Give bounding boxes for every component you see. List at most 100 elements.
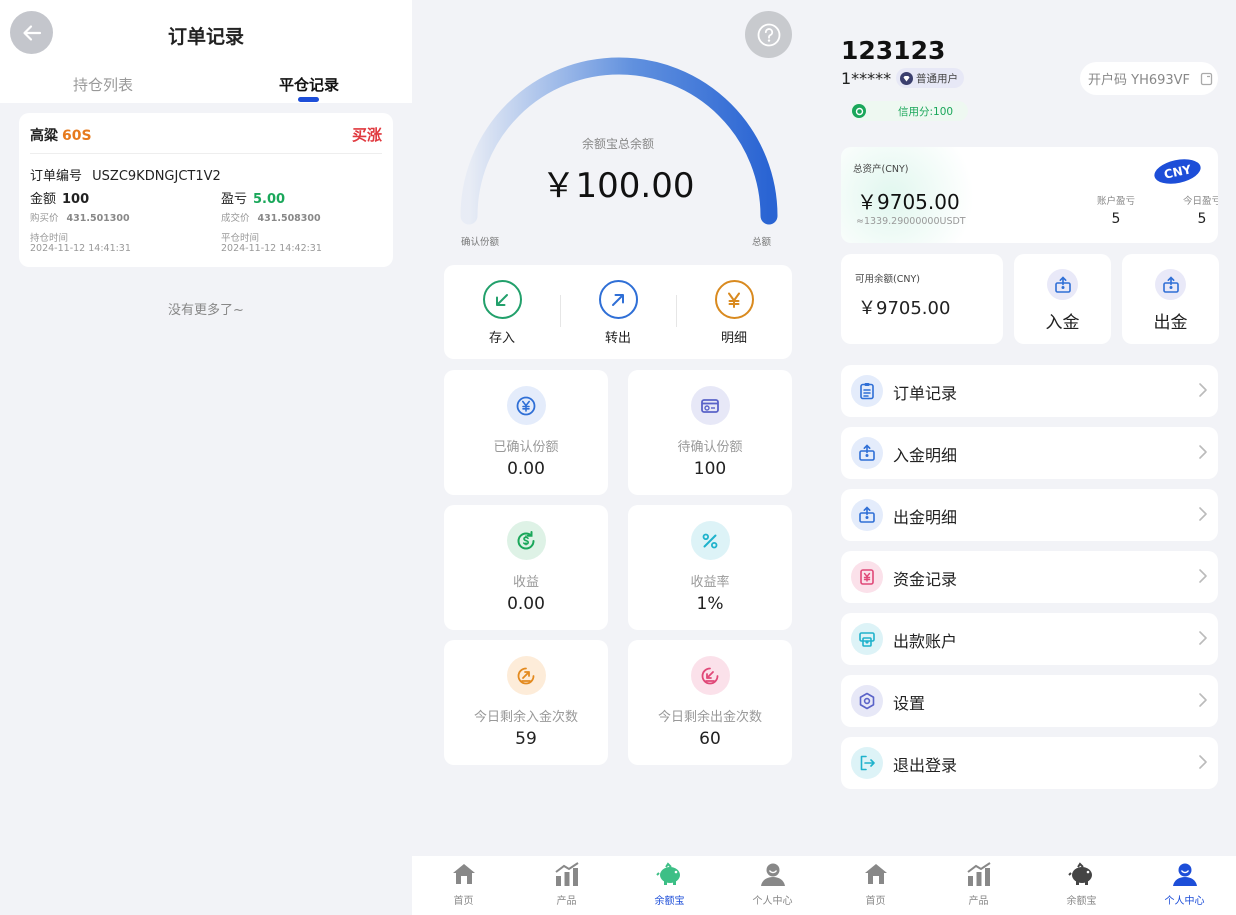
chevron-right-icon — [1199, 383, 1207, 397]
nav-products[interactable]: 产品 — [927, 862, 1030, 907]
today-pnl-value: 5 — [1197, 211, 1207, 227]
chevron-right-icon — [1199, 507, 1207, 521]
nav-profile[interactable]: 个人中心 — [721, 862, 824, 907]
divider — [676, 295, 677, 327]
withdraw-button[interactable]: 出金 — [1122, 254, 1219, 344]
assets-card: 总资产(CNY) ￥9705.00 ≈1339.29000000USDT CNY… — [841, 147, 1218, 243]
deposit-count-icon — [506, 656, 546, 695]
nav-profile[interactable]: 个人中心 — [1133, 862, 1236, 907]
available-label: 可用余额(CNY) — [855, 274, 920, 285]
deposit-arrow-icon — [482, 280, 522, 319]
available-balance-card: 可用余额(CNY) ￥9705.00 — [841, 254, 1003, 344]
nav-label: 产品 — [968, 896, 989, 907]
nav-home[interactable]: 首页 — [824, 862, 927, 907]
no-more-text: 没有更多了~ — [168, 303, 244, 318]
stat-label: 今日剩余入金次数 — [473, 710, 578, 725]
order-card[interactable]: 高粱 60S 买涨 订单编号 USZC9KDNGJCT1V2 金额 100 盈亏 5.… — [19, 113, 393, 267]
menu-order-records[interactable]: 订单记录 — [841, 365, 1218, 417]
piggy-bank-icon — [1067, 862, 1092, 885]
order-id-row: 订单编号 USZC9KDNGJCT1V2 — [30, 165, 221, 184]
menu-deposit-details[interactable]: 入金明细 — [841, 427, 1218, 479]
help-button[interactable] — [745, 11, 792, 58]
transfer-out-label: 转出 — [604, 331, 631, 346]
menu-payout-account[interactable]: 出款账户 — [841, 613, 1218, 665]
gauge-right-label: 总额 — [752, 237, 772, 248]
dollar-cycle-icon — [506, 521, 546, 560]
action-bar: 存入 转出 明细 — [444, 265, 792, 359]
stat-deposits-left: 今日剩余入金次数 59 — [444, 640, 608, 765]
credit-badge: 信用分:100 — [850, 101, 968, 121]
nav-products[interactable]: 产品 — [515, 862, 618, 907]
menu-label: 入金明细 — [893, 446, 958, 465]
deposit-box-icon — [851, 437, 883, 469]
clipboard-icon — [851, 375, 883, 407]
stat-value: 1% — [696, 594, 724, 614]
pnl-value: 5.00 — [253, 192, 286, 207]
close-time-label: 平仓时间 — [221, 233, 260, 244]
chart-icon — [966, 862, 991, 886]
buy-price-row: 购买价 431.501300 — [30, 210, 130, 224]
stat-value: 60 — [699, 729, 721, 749]
account-number: 1***** — [841, 69, 892, 88]
nav-home[interactable]: 首页 — [412, 862, 515, 907]
details-action[interactable]: 明细 — [684, 280, 784, 346]
amount-row: 金额 100 — [30, 188, 89, 207]
stat-pending-shares: 待确认份额 100 — [628, 370, 792, 495]
total-assets: ￥9705.00 — [857, 190, 960, 214]
product-name: 高粱 — [30, 128, 58, 144]
credit-icon — [852, 104, 866, 118]
tab-closed-records[interactable]: 平仓记录 — [239, 74, 379, 95]
user-level-badge: 普通用户 — [896, 68, 964, 88]
account-pnl-value: 5 — [1111, 211, 1121, 227]
open-code: 开户码 YH693VF — [1088, 73, 1191, 88]
menu-withdraw-details[interactable]: 出金明细 — [841, 489, 1218, 541]
active-tab-indicator — [298, 97, 319, 102]
nav-yuebao[interactable]: 余额宝 — [1030, 862, 1133, 907]
question-icon — [757, 23, 780, 46]
nav-label: 首页 — [865, 896, 886, 907]
user-icon — [760, 863, 785, 886]
chevron-right-icon — [1199, 755, 1207, 769]
yen-icon — [714, 280, 754, 319]
stat-value: 0.00 — [507, 459, 545, 479]
nav-label: 余额宝 — [1066, 896, 1097, 907]
amount-value: 100 — [62, 192, 90, 207]
order-id-label: 订单编号 — [30, 169, 83, 184]
nav-label: 首页 — [453, 896, 474, 907]
chart-icon — [554, 862, 579, 886]
chevron-right-icon — [1199, 631, 1207, 645]
withdraw-box-icon — [851, 499, 883, 531]
transfer-out-action[interactable]: 转出 — [568, 280, 668, 346]
stat-value: 59 — [515, 729, 537, 749]
page-title: 订单记录 — [167, 26, 244, 48]
menu-settings[interactable]: 设置 — [841, 675, 1218, 727]
settings-hex-icon — [851, 685, 883, 717]
divider — [560, 295, 561, 327]
nav-yuebao[interactable]: 余额宝 — [618, 862, 721, 907]
menu-funds-records[interactable]: 资金记录 — [841, 551, 1218, 603]
available-value: ￥9705.00 — [858, 298, 951, 319]
withdraw-count-icon — [690, 656, 730, 695]
bottom-nav: 首页 产品 余额宝 个人中心 — [824, 856, 1236, 915]
assets-label: 总资产(CNY) — [853, 164, 909, 175]
deposit-action[interactable]: 存入 — [452, 280, 552, 346]
tab-positions[interactable]: 持仓列表 — [33, 74, 173, 95]
gauge-caption: 余额宝总余额 — [581, 137, 654, 151]
nav-label: 产品 — [556, 896, 577, 907]
deposit-label: 存入 — [488, 331, 515, 346]
stat-label: 待确认份额 — [677, 440, 743, 455]
copy-icon — [1200, 72, 1213, 85]
bottom-nav: 首页 产品 余额宝 个人中心 — [412, 856, 824, 915]
gauge-left-label: 确认份额 — [461, 237, 500, 248]
deposit-button[interactable]: 入金 — [1014, 254, 1111, 344]
menu-logout[interactable]: 退出登录 — [841, 737, 1218, 789]
details-label: 明细 — [720, 331, 747, 346]
chevron-right-icon — [1199, 445, 1207, 459]
logout-icon — [851, 747, 883, 779]
usdt-equivalent: ≈1339.29000000USDT — [856, 216, 966, 227]
username: 123123 — [841, 36, 946, 65]
diamond-icon — [900, 71, 913, 85]
deposit-box-icon — [1047, 269, 1078, 300]
open-code-chip[interactable]: 开户码 YH693VF — [1080, 62, 1218, 95]
today-pnl: 今日盈亏 5 — [1172, 193, 1218, 227]
